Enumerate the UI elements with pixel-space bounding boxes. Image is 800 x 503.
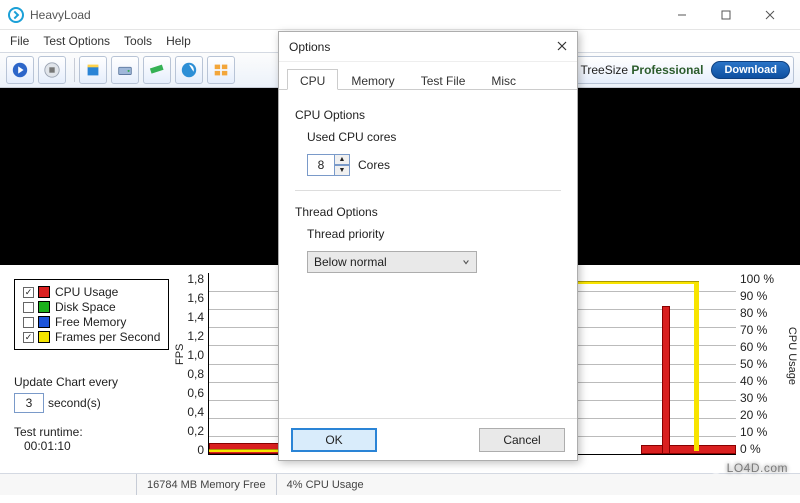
test-runtime: Test runtime: 00:01:10 bbox=[14, 425, 83, 453]
fps-axis-ticks: 1,81,61,41,21,00,80,60,40,20 bbox=[184, 273, 204, 463]
status-cpu: 4% CPU Usage bbox=[276, 474, 374, 495]
fps-series bbox=[694, 281, 699, 451]
download-button[interactable]: Download bbox=[711, 61, 790, 79]
globe-icon bbox=[708, 458, 724, 474]
runtime-value: 00:01:10 bbox=[24, 439, 83, 453]
minimize-button[interactable] bbox=[660, 1, 704, 29]
close-button[interactable] bbox=[748, 1, 792, 29]
cancel-button[interactable]: Cancel bbox=[479, 428, 565, 452]
maximize-button[interactable] bbox=[704, 1, 748, 29]
tab-memory[interactable]: Memory bbox=[338, 69, 407, 90]
update-label: Update Chart every bbox=[14, 375, 118, 389]
cpu-test-button[interactable] bbox=[79, 56, 107, 84]
legend: ✓CPU Usage Disk Space Free Memory ✓Frame… bbox=[14, 279, 169, 350]
chevron-down-icon bbox=[462, 258, 470, 266]
legend-swatch bbox=[38, 286, 50, 298]
menu-test-options[interactable]: Test Options bbox=[43, 34, 110, 48]
legend-fps[interactable]: ✓Frames per Second bbox=[23, 330, 160, 344]
spinner-up-icon[interactable]: ▲ bbox=[334, 154, 350, 165]
app-icon bbox=[8, 7, 24, 23]
cores-input[interactable] bbox=[307, 154, 335, 176]
dialog-body: CPU Options Used CPU cores ▲ ▼ Cores Thr… bbox=[279, 90, 577, 285]
title-bar: HeavyLoad bbox=[0, 0, 800, 30]
toolbar-separator bbox=[74, 58, 75, 82]
fps-series bbox=[209, 449, 283, 452]
dialog-title-bar: Options bbox=[279, 32, 577, 62]
dialog-tabs: CPU Memory Test File Misc bbox=[279, 62, 577, 90]
cores-suffix: Cores bbox=[358, 158, 390, 172]
spinner-down-icon[interactable]: ▼ bbox=[334, 165, 350, 176]
checkbox-icon[interactable]: ✓ bbox=[23, 332, 34, 343]
dialog-title: Options bbox=[289, 40, 330, 54]
play-button[interactable] bbox=[6, 56, 34, 84]
memory-test-button[interactable] bbox=[143, 56, 171, 84]
legend-cpu[interactable]: ✓CPU Usage bbox=[23, 285, 160, 299]
status-bar: 16784 MB Memory Free 4% CPU Usage bbox=[0, 473, 800, 495]
menu-help[interactable]: Help bbox=[166, 34, 191, 48]
stop-button[interactable] bbox=[38, 56, 66, 84]
thread-priority-label: Thread priority bbox=[307, 227, 561, 241]
thread-priority-value: Below normal bbox=[314, 255, 387, 269]
legend-swatch bbox=[38, 316, 50, 328]
update-unit: second(s) bbox=[48, 396, 101, 410]
tab-misc[interactable]: Misc bbox=[478, 69, 529, 90]
ok-button[interactable]: OK bbox=[291, 428, 377, 452]
legend-swatch bbox=[38, 301, 50, 313]
menu-tools[interactable]: Tools bbox=[124, 34, 152, 48]
checkbox-icon[interactable] bbox=[23, 302, 34, 313]
options-dialog: Options CPU Memory Test File Misc CPU Op… bbox=[278, 31, 578, 461]
update-interval: Update Chart every second(s) bbox=[14, 375, 118, 413]
disk-test-button[interactable] bbox=[111, 56, 139, 84]
dialog-close-button[interactable] bbox=[557, 40, 567, 54]
dialog-buttons: OK Cancel bbox=[279, 418, 577, 460]
checkbox-icon[interactable]: ✓ bbox=[23, 287, 34, 298]
gpu-test-button[interactable] bbox=[175, 56, 203, 84]
cpu-series bbox=[662, 306, 670, 454]
checkbox-icon[interactable] bbox=[23, 317, 34, 328]
promo-label: TreeSize Professional bbox=[580, 63, 703, 77]
cores-spinner: ▲ ▼ Cores bbox=[307, 154, 561, 176]
used-cores-label: Used CPU cores bbox=[307, 130, 561, 144]
divider bbox=[295, 190, 561, 191]
promo-banner[interactable]: TreeSize Professional Download bbox=[549, 56, 794, 84]
cpu-options-label: CPU Options bbox=[295, 108, 561, 122]
legend-mem[interactable]: Free Memory bbox=[23, 315, 160, 329]
runtime-label: Test runtime: bbox=[14, 425, 83, 439]
thread-options-label: Thread Options bbox=[295, 205, 561, 219]
treesize-button[interactable] bbox=[207, 56, 235, 84]
cpu-series bbox=[641, 445, 736, 454]
cpu-axis-label: CPU Usage bbox=[786, 327, 798, 385]
thread-priority-select[interactable]: Below normal bbox=[307, 251, 477, 273]
status-memory: 16784 MB Memory Free bbox=[136, 474, 276, 495]
tab-test-file[interactable]: Test File bbox=[408, 69, 479, 90]
legend-disk[interactable]: Disk Space bbox=[23, 300, 160, 314]
tab-cpu[interactable]: CPU bbox=[287, 69, 338, 90]
watermark: LO4D.com bbox=[708, 458, 788, 477]
window-title: HeavyLoad bbox=[30, 8, 660, 22]
cpu-axis-ticks: 100 %90 %80 %70 %60 %50 %40 %30 %20 %10 … bbox=[740, 273, 776, 460]
menu-file[interactable]: File bbox=[10, 34, 29, 48]
update-value-input[interactable] bbox=[14, 393, 44, 413]
legend-swatch bbox=[38, 331, 50, 343]
